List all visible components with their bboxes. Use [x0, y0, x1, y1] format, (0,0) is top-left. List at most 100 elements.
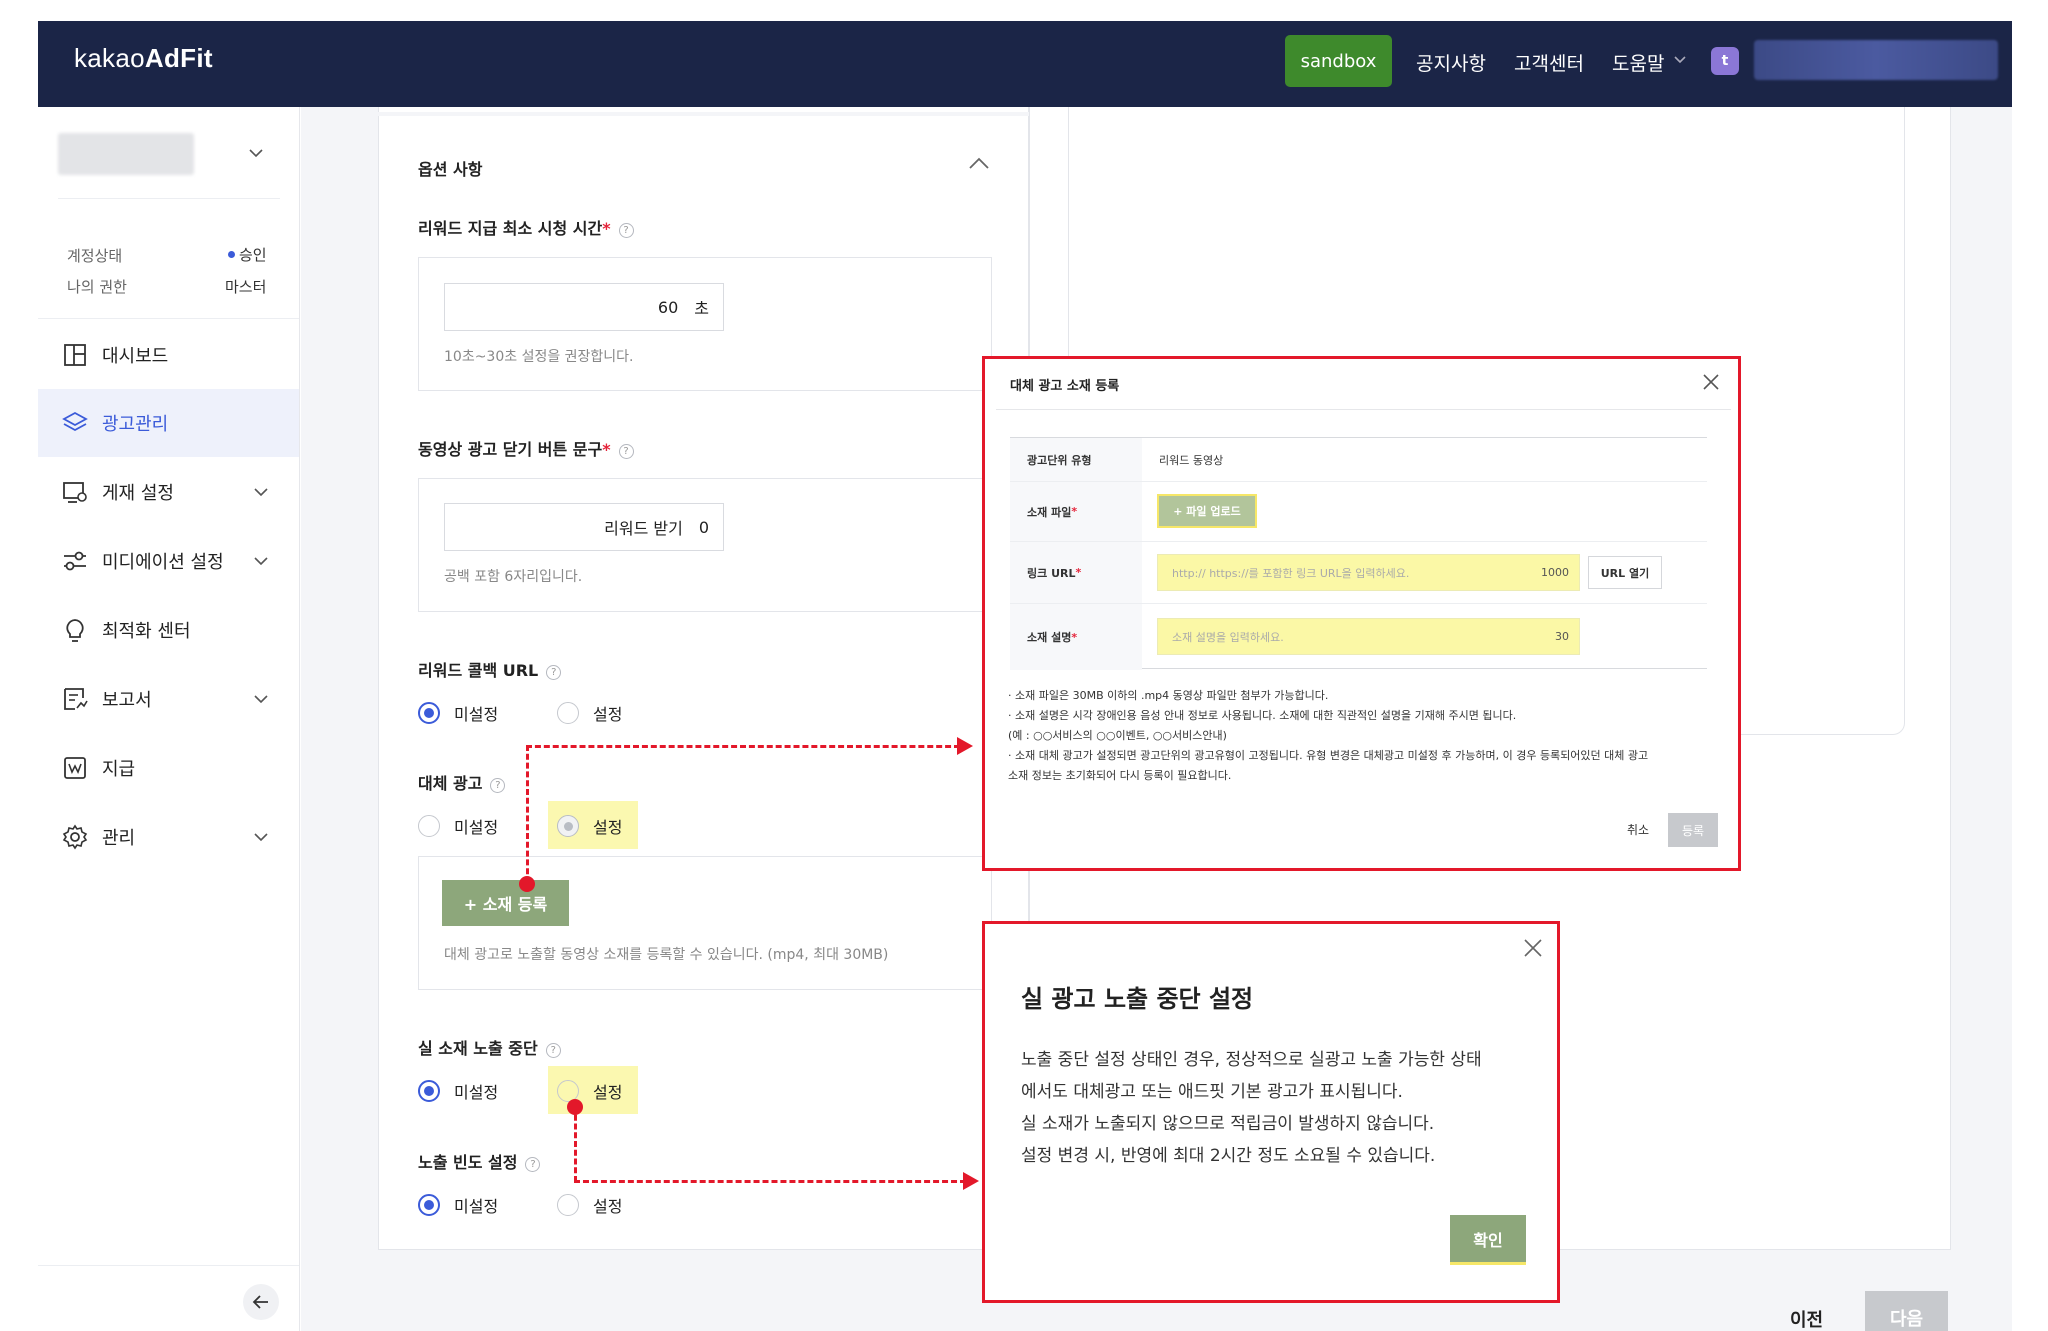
card-top-strip: [378, 112, 1029, 116]
avatar[interactable]: t: [1711, 47, 1739, 75]
prev-button[interactable]: 이전: [1790, 1306, 1823, 1331]
callback-set-radio[interactable]: 설정: [557, 701, 622, 725]
sidebar-item-reports[interactable]: 보고서: [38, 665, 299, 733]
nav-notice[interactable]: 공지사항: [1416, 49, 1486, 76]
help-icon: ?: [618, 223, 634, 238]
fallback-ad-label: 대체 광고?: [418, 770, 506, 794]
chevron-down-icon: [254, 488, 268, 497]
help-icon: ?: [490, 778, 506, 793]
connector-dot: [567, 1099, 583, 1115]
nav-support[interactable]: 고객센터: [1514, 49, 1584, 76]
sidebar-item-label: 광고관리: [102, 414, 169, 435]
table-row: 광고단위 유형 리워드 동영상: [1010, 438, 1707, 482]
help-icon: ?: [546, 665, 562, 680]
modal-text-line: 설정 변경 시, 반영에 최대 2시간 정도 소요될 수 있습니다.: [1021, 1146, 1436, 1166]
gear-icon: [62, 824, 88, 850]
sidebar-item-label: 지급: [102, 759, 136, 780]
connector-line: [574, 1180, 966, 1183]
sidebar-item-ad-management[interactable]: 광고관리: [38, 389, 299, 457]
help-icon: ?: [525, 1157, 541, 1172]
sandbox-badge[interactable]: sandbox: [1285, 35, 1392, 87]
stop-real-unset-radio[interactable]: 미설정: [418, 1079, 498, 1103]
fallback-ad-hint: 대체 광고로 노출할 동영상 소재를 등록할 수 있습니다. (mp4, 최대 …: [444, 947, 889, 963]
close-text-hint: 공백 포함 6자리입니다.: [444, 569, 583, 585]
arrow-right-icon: [963, 1172, 979, 1190]
cancel-button[interactable]: 취소: [1627, 821, 1649, 838]
chevron-up-icon[interactable]: [968, 156, 990, 170]
reward-time-input[interactable]: 60 초: [444, 283, 724, 331]
modal-title: 대체 광고 소재 등록: [1010, 379, 1120, 394]
close-icon[interactable]: [1702, 373, 1720, 391]
account-status-label: 계정상태: [67, 247, 123, 265]
sidebar-item-label: 미디에이션 설정: [102, 552, 224, 573]
stop-real-set-radio[interactable]: 설정: [557, 1079, 622, 1103]
sidebar-item-label: 게재 설정: [102, 483, 174, 504]
modal-text-line: 실 소재가 노출되지 않으므로 적립금이 발생하지 않습니다.: [1021, 1114, 1435, 1134]
arrow-right-icon: [957, 737, 973, 755]
modal-text-line: 노출 중단 설정 상태인 경우, 정상적으로 실광고 노출 가능한 상태: [1021, 1050, 1482, 1070]
fallback-unset-radio[interactable]: 미설정: [418, 814, 498, 838]
file-upload-button[interactable]: + 파일 업로드: [1157, 494, 1257, 528]
link-url-input[interactable]: http:// https://를 포함한 링크 URL을 입력하세요. 1000: [1157, 554, 1580, 591]
status-dot-icon: [228, 251, 235, 258]
confirm-button[interactable]: 확인: [1450, 1215, 1526, 1265]
frequency-unset-radio[interactable]: 미설정: [418, 1193, 498, 1217]
reward-time-hint: 10초~30초 설정을 권장합니다.: [444, 349, 634, 365]
fallback-set-radio[interactable]: 설정: [557, 814, 622, 838]
sidebar-item-mediation-settings[interactable]: 미디에이션 설정: [38, 527, 299, 595]
add-creative-button[interactable]: + 소재 등록: [442, 880, 569, 926]
divider: [996, 409, 1731, 410]
connector-line: [574, 1106, 577, 1182]
stop-real-label: 실 소재 노출 중단?: [418, 1035, 561, 1059]
description-label: 소재 설명 *: [1010, 604, 1142, 670]
close-text-input[interactable]: 리워드 받기 0: [444, 503, 724, 551]
sidebar-item-label: 최적화 센터: [102, 621, 191, 642]
open-url-button[interactable]: URL 열기: [1588, 556, 1662, 589]
mediation-icon: [64, 551, 86, 571]
callback-unset-radio[interactable]: 미설정: [418, 701, 498, 725]
logo[interactable]: kakaoAdFit: [74, 43, 213, 74]
sidebar-item-dashboard[interactable]: 대시보드: [38, 321, 299, 389]
dashboard-icon: [64, 344, 86, 366]
sidebar-item-admin[interactable]: 관리: [38, 803, 299, 871]
chevron-down-icon[interactable]: [248, 145, 264, 161]
chevron-down-icon[interactable]: [1673, 53, 1687, 67]
collapse-sidebar-button[interactable]: [243, 1284, 279, 1320]
chevron-down-icon: [254, 557, 268, 566]
description-input[interactable]: 소재 설명을 입력하세요. 30: [1157, 618, 1580, 655]
nav-help[interactable]: 도움말: [1612, 49, 1664, 76]
sidebar-item-placement-settings[interactable]: 게재 설정: [38, 458, 299, 526]
callback-url-label: 리워드 콜백 URL?: [418, 657, 562, 681]
my-role-value: 마스터: [225, 278, 267, 296]
table-row: 소재 파일 * + 파일 업로드: [1010, 482, 1707, 542]
table-row: 소재 설명 * 소재 설명을 입력하세요. 30: [1010, 604, 1707, 670]
modal-text-line: 에서도 대체광고 또는 애드핏 기본 광고가 표시됩니다.: [1021, 1082, 1403, 1102]
monitor-icon: [63, 482, 87, 503]
sidebar-item-payment[interactable]: 지급: [38, 734, 299, 802]
frequency-label: 노출 빈도 설정?: [418, 1149, 541, 1173]
close-icon[interactable]: [1523, 938, 1543, 958]
user-name-redacted[interactable]: [1754, 40, 1998, 80]
account-selector-redacted[interactable]: [58, 133, 194, 175]
sidebar: 계정상태 승인 나의 권한 마스터 대시보드 광고관리 게재 설정 미디에이션 …: [38, 107, 300, 1331]
divider: [38, 318, 299, 319]
sidebar-item-optimization-center[interactable]: 최적화 센터: [38, 596, 299, 664]
help-icon: ?: [618, 444, 634, 459]
table-row: 링크 URL * http:// https://를 포함한 링크 URL을 입력…: [1010, 542, 1707, 604]
next-button[interactable]: 다음: [1865, 1291, 1948, 1331]
sidebar-item-label: 보고서: [102, 690, 152, 711]
lightbulb-icon: [66, 619, 84, 642]
chevron-down-icon: [254, 833, 268, 842]
frequency-set-radio[interactable]: 설정: [557, 1193, 622, 1217]
note-line: (예 : ○○서비스의 ○○이벤트, ○○서비스안내): [1008, 729, 1227, 742]
payment-icon: [64, 757, 86, 779]
arrow-left-icon: [252, 1295, 268, 1309]
connector-line: [526, 745, 529, 883]
connector-dot: [519, 876, 535, 892]
submit-button[interactable]: 등록: [1668, 813, 1718, 847]
report-icon: [64, 688, 88, 710]
top-bar: kakaoAdFit sandbox 공지사항 고객센터 도움말 t: [38, 21, 2012, 107]
link-url-label: 링크 URL *: [1010, 542, 1142, 603]
note-line: 소재 정보는 초기화되어 다시 등록이 필요합니다.: [1008, 769, 1232, 782]
unit-type-value: 리워드 동영상: [1159, 453, 1224, 467]
